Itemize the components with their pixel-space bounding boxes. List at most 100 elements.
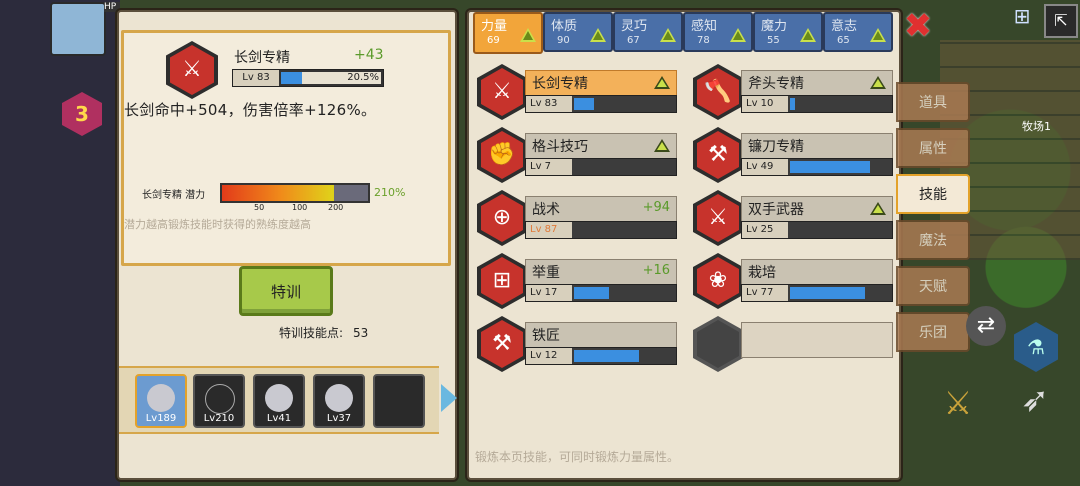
sword-icon[interactable]: ⚔	[936, 384, 980, 428]
close-icon[interactable]: ✖	[900, 8, 936, 44]
skill-item[interactable]: ⚒ 铁匠 Lv 12	[473, 316, 683, 372]
skill-icon: ⚔	[693, 190, 743, 246]
roster-slot[interactable]: Lv37	[313, 374, 365, 428]
training-points-value: 53	[353, 326, 369, 340]
skill-icon	[693, 316, 743, 372]
upgrade-triangle-icon	[660, 28, 676, 42]
skill-item[interactable]: ⚔ 长剑专精 Lv 83	[473, 64, 683, 120]
skill-name-bar: 格斗技巧	[525, 133, 677, 159]
tab-label: 魔力	[761, 19, 788, 34]
exit-icon[interactable]: ⇱	[1044, 4, 1078, 38]
roster-slot[interactable]: Lv189	[135, 374, 187, 428]
skill-bonus: +16	[642, 263, 670, 278]
skill-name-bar: 铁匠	[525, 322, 677, 348]
skill-icon: 🪓	[693, 64, 743, 120]
tab-attribute[interactable]: 灵巧 67	[613, 12, 683, 52]
skill-name: 战术	[532, 202, 560, 218]
tab-attribute[interactable]: 意志 65	[823, 12, 893, 52]
skill-item[interactable]: ⊞ 举重 +16 Lv 17	[473, 253, 683, 309]
tab-label: 力量	[481, 19, 508, 34]
training-points-label: 特训技能点:	[279, 326, 344, 340]
special-training-button[interactable]: 特训	[239, 266, 333, 316]
training-points: 特训技能点: 53	[279, 324, 368, 341]
skill-item[interactable]: ⚔ 双手武器 Lv 25	[689, 190, 899, 246]
skill-name: 格斗技巧	[532, 139, 588, 155]
tab-attribute[interactable]: 体质 90	[543, 12, 613, 52]
sword-skill-icon: ⚔	[166, 41, 218, 99]
skill-progress-fill	[574, 98, 594, 110]
player-portrait[interactable]	[50, 2, 106, 56]
upgrade-triangle-icon	[730, 28, 746, 42]
potential-label: 长剑专精 潜力	[142, 190, 206, 201]
skill-level: Lv 77	[742, 285, 788, 301]
tab-attribute[interactable]: 魔力 55	[753, 12, 823, 52]
skill-name-bar: 长剑专精	[525, 70, 677, 96]
skill-level: Lv 10	[742, 96, 788, 112]
upgrade-triangle-icon	[520, 28, 536, 42]
skill-level-bar: Lv 10	[741, 95, 893, 113]
side-nav-item[interactable]: 属性	[896, 128, 970, 168]
tab-value: 67	[627, 35, 640, 46]
bow-icon[interactable]: ➶	[1010, 380, 1060, 430]
sync-icon[interactable]: ⇄	[966, 306, 1006, 346]
upgrade-triangle-icon	[800, 28, 816, 42]
skill-detail-progress-text: 20.5%	[347, 72, 379, 83]
skill-item[interactable]: ✊ 格斗技巧 Lv 7	[473, 127, 683, 183]
skill-level-bar: Lv 12	[525, 347, 677, 365]
skill-icon: ✊	[477, 127, 527, 183]
side-nav-item[interactable]: 技能	[896, 174, 970, 214]
skill-detail-name: 长剑专精	[234, 50, 290, 66]
tab-value: 55	[767, 35, 780, 46]
skill-item[interactable]: ⊕ 战术 +94 Lv 87	[473, 190, 683, 246]
roster-next-arrow-icon[interactable]	[441, 384, 457, 412]
tab-value: 69	[487, 35, 500, 46]
tab-label: 意志	[831, 19, 858, 34]
skill-level-bar: Lv 7	[525, 158, 677, 176]
skill-icon: ❀	[693, 253, 743, 309]
upgrade-triangle-icon	[870, 76, 886, 89]
roster-slot[interactable]: Lv210	[193, 374, 245, 428]
skill-level: Lv 25	[742, 222, 788, 238]
skill-name: 举重	[532, 265, 560, 281]
tab-value: 90	[557, 35, 570, 46]
skill-level-bar: Lv 17	[525, 284, 677, 302]
skill-icon: ⚒	[693, 127, 743, 183]
skill-bonus: +94	[642, 200, 670, 215]
skill-level: Lv 83	[526, 96, 572, 112]
side-nav-item[interactable]: 天赋	[896, 266, 970, 306]
skill-icon: ⚒	[477, 316, 527, 372]
skill-progress-fill	[574, 350, 639, 362]
tab-value: 78	[697, 35, 710, 46]
roster-level: Lv189	[145, 413, 177, 424]
skill-detail-progress: Lv 83 20.5%	[232, 69, 384, 87]
skill-slot-empty[interactable]	[689, 316, 899, 372]
skill-item[interactable]: ❀ 栽培 Lv 77	[689, 253, 899, 309]
skill-level-bar: Lv 49	[741, 158, 893, 176]
skill-item[interactable]: ⚒ 镰刀专精 Lv 49	[689, 127, 899, 183]
tab-label: 体质	[551, 19, 578, 34]
roster-slot[interactable]: Lv41	[253, 374, 305, 428]
side-nav-item[interactable]: 道具	[896, 82, 970, 122]
tab-attribute[interactable]: 力量 69	[473, 12, 543, 54]
upgrade-triangle-icon	[654, 139, 670, 152]
skill-level-bar: Lv 25	[741, 221, 893, 239]
skill-detail-bonus: +43	[354, 47, 384, 63]
side-nav-item[interactable]: 魔法	[896, 220, 970, 260]
roster-slot[interactable]	[373, 374, 425, 428]
skill-name-bar: 战术 +94	[525, 196, 677, 222]
tab-label: 灵巧	[621, 19, 648, 34]
skill-icon: ⊕	[477, 190, 527, 246]
side-nav-item[interactable]: 乐团	[896, 312, 970, 352]
network-icon[interactable]: ⊞	[1008, 4, 1036, 32]
tab-attribute[interactable]: 感知 78	[683, 12, 753, 52]
skill-name: 斧头专精	[748, 76, 804, 92]
skill-level: Lv 49	[742, 159, 788, 175]
skill-name-bar: 双手武器	[741, 196, 893, 222]
skill-level-bar: Lv 77	[741, 284, 893, 302]
skill-item[interactable]: 🪓 斧头专精 Lv 10	[689, 64, 899, 120]
character-roster: Lv189 Lv210 Lv41 Lv37	[119, 366, 439, 434]
skill-name: 镰刀专精	[748, 139, 804, 155]
skill-level-bar: Lv 83	[525, 95, 677, 113]
map-location-label: 牧场1	[1022, 120, 1051, 133]
skill-page-hint: 锻炼本页技能，可同时锻炼力量属性。	[475, 450, 680, 464]
